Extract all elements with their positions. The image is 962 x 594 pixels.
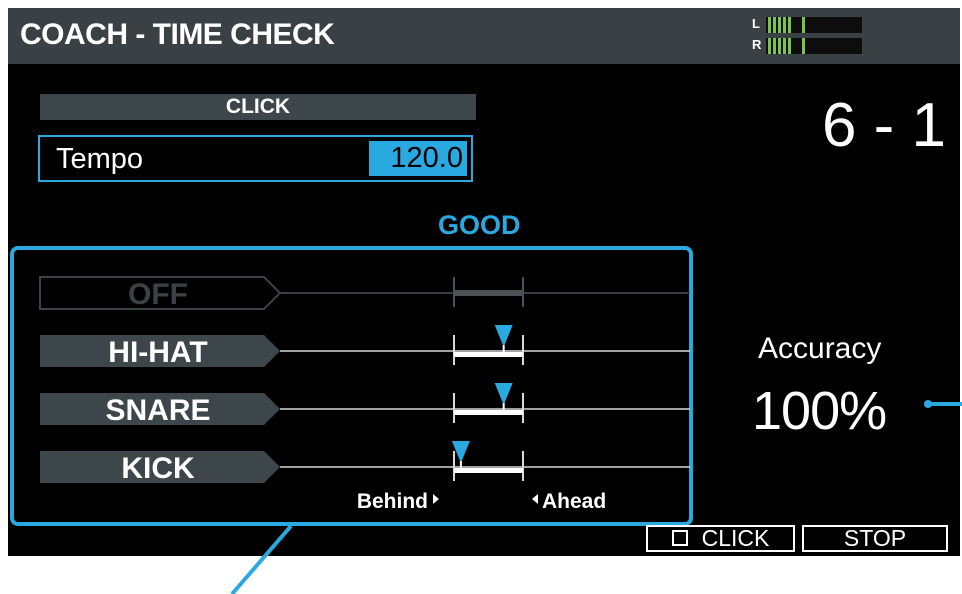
callout-dot-accuracy bbox=[924, 400, 932, 408]
callout-line-panel bbox=[230, 524, 293, 594]
callout-leader-lines bbox=[230, 400, 962, 594]
